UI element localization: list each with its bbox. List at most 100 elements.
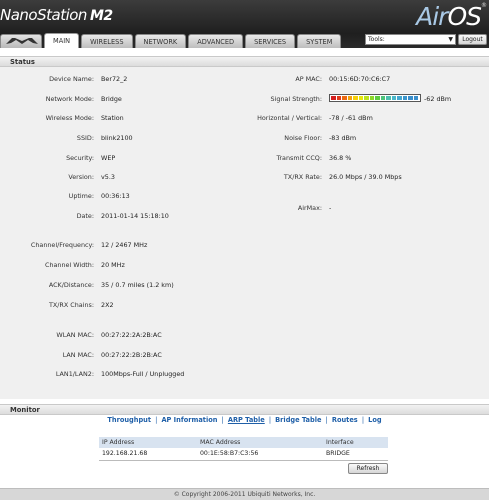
signal-meter-segment [364,96,369,100]
status-label: Signal Strength: [270,95,322,103]
status-value: 00:15:6D:70:C6:C7 [329,75,391,83]
signal-strength-meter [329,94,421,102]
tools-select[interactable]: Tools: ▼ [365,34,456,45]
status-value: 00:27:22:2B:2B:AC [101,351,162,359]
status-value: - [329,204,332,212]
status-value: 36.8 % [329,154,352,162]
status-row-channel-width: Channel Width: 20 MHz [0,260,489,270]
refresh-button[interactable]: Refresh [348,463,388,474]
link-log[interactable]: Log [368,416,381,424]
table-row: 192.168.21.68 00:1E:58:B7:C3:56 BRIDGE [99,448,388,461]
status-label: AP MAC: [295,75,322,83]
airos-os: OS [447,2,482,31]
status-label: Horizontal / Vertical: [257,114,322,122]
status-value: 2X2 [101,301,114,309]
tab-services[interactable]: SERVICES [245,34,296,48]
cell-mac: 00:1E:58:B7:C3:56 [197,448,323,461]
status-label: Noise Floor: [284,134,322,142]
status-section-title: Status [0,56,489,67]
cell-ip: 192.168.21.68 [99,448,197,461]
status-value: 12 / 2467 MHz [101,241,148,249]
status-label: Uptime: [68,192,94,200]
ubnt-logo-icon [6,38,38,44]
airos-air: Air [416,2,448,31]
status-value: -62 dBm [424,95,452,103]
tab-network[interactable]: NETWORK [134,34,187,48]
signal-meter-segment [408,96,413,100]
footer-copyright: © Copyright 2006-2011 Ubiquiti Networks,… [0,488,489,500]
status-row-noise-floor: Noise Floor: -83 dBm [0,133,489,143]
chevron-down-icon: ▼ [448,36,453,43]
brand-name: NanoStation [0,6,87,24]
status-label: ACK/Distance: [48,281,94,289]
link-throughput[interactable]: Throughput [107,416,151,424]
link-arp-table[interactable]: ARP Table [228,416,265,424]
status-row-lan-mac: LAN MAC: 00:27:22:2B:2B:AC [0,350,489,360]
cell-interface: BRIDGE [323,448,388,461]
status-row-horizontal-vertical: Horizontal / Vertical: -78 / -61 dBm [0,113,489,123]
status-row-uptime: Uptime: 00:36:13 [0,191,489,201]
logout-button[interactable]: Logout [458,34,487,45]
status-label: AirMax: [297,204,322,212]
signal-meter-segment [413,96,418,100]
column-header-interface: Interface [323,437,388,448]
airos-logo: AirOS® [416,2,487,31]
brand-model: M2 [89,8,113,24]
status-label: Channel Width: [45,261,94,269]
signal-meter-segment [380,96,385,100]
tab-wireless[interactable]: WIRELESS [81,34,133,48]
signal-meter-segment [331,96,336,100]
signal-meter-segment [353,96,358,100]
table-header-row: IP Address MAC Address Interface [99,437,388,448]
status-label: LAN1/LAN2: [55,370,94,378]
status-label: TX/RX Rate: [283,173,322,181]
monitor-links: Throughput | AP Information | ARP Table … [107,416,382,424]
tools-select-value: Tools: [368,36,385,43]
signal-meter-segment [391,96,396,100]
status-row-tx-rx-rate: TX/RX Rate: 26.0 Mbps / 39.0 Mbps [0,172,489,182]
signal-meter-segment [358,96,363,100]
status-row-wlan-mac: WLAN MAC: 00:27:22:2A:2B:AC [0,330,489,340]
link-bridge-table[interactable]: Bridge Table [275,416,321,424]
link-routes[interactable]: Routes [332,416,358,424]
column-header-mac: MAC Address [197,437,323,448]
status-value: 26.0 Mbps / 39.0 Mbps [329,173,402,181]
status-row-lan1-lan2: LAN1/LAN2: 100Mbps-Full / Unplugged [0,369,489,379]
status-row-channel-frequency: Channel/Frequency: 12 / 2467 MHz [0,240,489,250]
signal-meter-segment [375,96,380,100]
signal-meter-segment [369,96,374,100]
product-logo: NanoStation M2 [0,6,113,24]
status-value: 00:36:13 [101,192,130,200]
tab-ubnt-logo[interactable] [0,34,42,48]
status-value: 100Mbps-Full / Unplugged [101,370,185,378]
status-label: LAN MAC: [62,351,94,359]
signal-meter-segment [397,96,402,100]
tab-main[interactable]: MAIN [44,33,80,48]
status-row-ap-mac: AP MAC: 00:15:6D:70:C6:C7 [0,74,489,84]
signal-meter-segment [342,96,347,100]
status-label: Transmit CCQ: [276,154,322,162]
status-label: Channel/Frequency: [30,241,94,249]
status-row-airmax: AirMax: - [0,203,489,213]
header-bar: NanoStation M2 AirOS® MAIN WIRELESS NETWO… [0,0,489,48]
main-tabs: MAIN WIRELESS NETWORK ADVANCED SERVICES … [0,33,343,48]
monitor-section-title: Monitor [0,404,489,415]
status-row-transmit-ccq: Transmit CCQ: 36.8 % [0,153,489,163]
signal-meter-segment [402,96,407,100]
column-header-ip: IP Address [99,437,197,448]
status-row-ack-distance: ACK/Distance: 35 / 0.7 miles (1.2 km) [0,280,489,290]
status-label: TX/RX Chains: [48,301,94,309]
tab-system[interactable]: SYSTEM [297,34,342,48]
status-value: 20 MHz [101,261,125,269]
status-value: -78 / -61 dBm [329,114,373,122]
status-value: 35 / 0.7 miles (1.2 km) [101,281,174,289]
status-label: WLAN MAC: [56,331,94,339]
arp-table: IP Address MAC Address Interface 192.168… [99,437,388,461]
status-row-tx-rx-chains: TX/RX Chains: 2X2 [0,300,489,310]
link-ap-information[interactable]: AP Information [161,416,217,424]
tab-advanced[interactable]: ADVANCED [188,34,244,48]
signal-meter-segment [336,96,341,100]
signal-meter-segment [386,96,391,100]
status-value: -83 dBm [329,134,357,142]
status-value: 00:27:22:2A:2B:AC [101,331,162,339]
